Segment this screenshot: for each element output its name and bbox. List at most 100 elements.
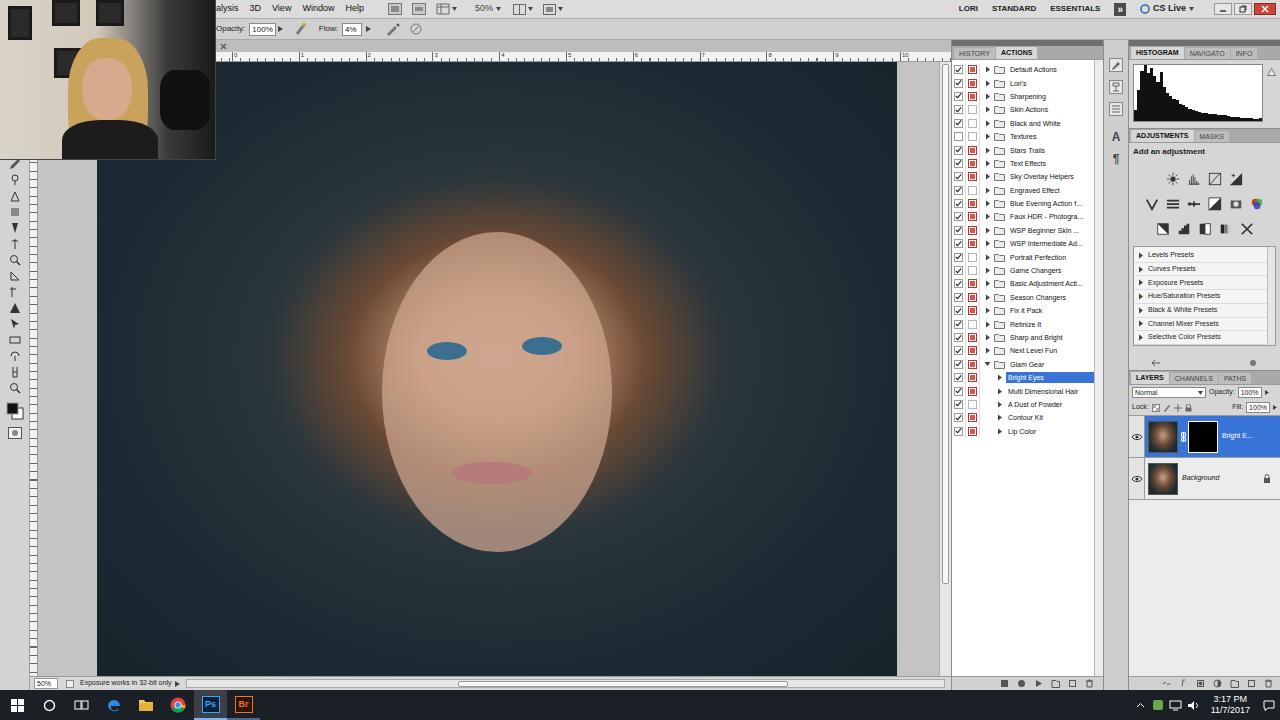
workspace-button[interactable]: STANDARD — [992, 3, 1036, 15]
expand-triangle-icon[interactable] — [983, 226, 992, 235]
color-swatches-icon[interactable] — [4, 400, 26, 422]
expand-triangle-icon[interactable] — [995, 413, 1004, 422]
taskbar-app[interactable]: Br — [227, 690, 260, 720]
tool-icon[interactable] — [4, 316, 26, 331]
action-label[interactable]: Lori's — [1008, 78, 1094, 89]
return-icon[interactable] — [1151, 359, 1161, 367]
arrange-icon[interactable] — [513, 4, 533, 15]
panel-tab[interactable]: INFO — [1231, 48, 1258, 59]
curves-adjustment-icon[interactable] — [1208, 171, 1223, 186]
horizontal-scrollbar[interactable] — [186, 679, 945, 688]
preset-row[interactable]: Levels Presets — [1134, 249, 1267, 263]
clone-source-icon[interactable] — [1109, 80, 1123, 94]
dialog-toggle[interactable] — [968, 226, 977, 235]
layer-row[interactable]: Bright E... — [1129, 416, 1280, 458]
action-set-row[interactable]: Lori's — [952, 76, 1094, 89]
visibility-eye-icon[interactable] — [1131, 433, 1143, 441]
enable-checkbox[interactable] — [954, 360, 963, 369]
action-label[interactable]: Multi Dimensional Hair — [1006, 386, 1094, 397]
action-label[interactable]: Text Effects — [1008, 158, 1094, 169]
cs-live-button[interactable]: CS Live — [1140, 2, 1194, 16]
extras-icon[interactable] — [436, 3, 457, 15]
enable-checkbox[interactable] — [954, 65, 963, 74]
action-label[interactable]: Basic Adjustment Acti... — [1008, 278, 1094, 289]
more-workspaces-button[interactable]: » — [1114, 3, 1126, 16]
file-explorer-icon[interactable] — [130, 690, 162, 720]
quick-mask-icon[interactable] — [4, 425, 26, 440]
action-tool-icon[interactable] — [1050, 678, 1061, 689]
action-tool-icon[interactable] — [1084, 678, 1095, 689]
clock-date[interactable]: 11/7/2017 — [1211, 705, 1250, 716]
action-set-row[interactable]: WSP Intermediate Ad... — [952, 237, 1094, 250]
lock-position-icon[interactable] — [1174, 404, 1182, 412]
panel-tab[interactable]: HISTORY — [954, 48, 995, 59]
action-set-row[interactable]: Basic Adjustment Acti... — [952, 277, 1094, 290]
action-set-row[interactable]: Text Effects — [952, 157, 1094, 170]
dialog-toggle[interactable] — [968, 92, 977, 101]
mini-bridge-icon[interactable] — [412, 3, 426, 15]
expand-triangle-icon[interactable] — [995, 400, 1004, 409]
opacity-field[interactable]: 100% — [249, 23, 275, 36]
volume-icon[interactable] — [1185, 700, 1203, 711]
levels-adjustment-icon[interactable] — [1187, 171, 1202, 186]
exposure-adjustment-icon[interactable] — [1229, 171, 1244, 186]
action-set-row[interactable]: Game Changers — [952, 264, 1094, 277]
action-label[interactable]: Sharpening — [1008, 91, 1094, 102]
lock-pixels-icon[interactable] — [1163, 404, 1171, 412]
layer-tool-icon[interactable] — [1161, 678, 1172, 689]
enable-checkbox[interactable] — [954, 92, 963, 101]
dialog-toggle[interactable] — [968, 413, 977, 422]
warning-icon[interactable] — [1267, 68, 1276, 76]
workspace-button[interactable]: LORI — [959, 3, 978, 15]
enable-checkbox[interactable] — [954, 413, 963, 422]
menu-item[interactable]: Help — [345, 2, 364, 16]
enable-checkbox[interactable] — [954, 333, 963, 342]
preset-label[interactable]: Curves Presets — [1148, 264, 1196, 275]
tray-app-icon[interactable] — [1149, 699, 1167, 711]
cs-live-label[interactable]: CS Live — [1153, 2, 1186, 16]
menu-item[interactable]: Window — [302, 2, 334, 16]
action-label[interactable]: Textures — [1008, 131, 1094, 142]
layer-tool-icon[interactable] — [1212, 678, 1223, 689]
clock-time[interactable]: 3:17 PM — [1214, 694, 1248, 705]
fill-field[interactable]: 100% — [1246, 402, 1270, 413]
action-set-row[interactable]: Default Actions — [952, 63, 1094, 76]
enable-checkbox[interactable] — [954, 427, 963, 436]
tool-icon[interactable] — [4, 284, 26, 299]
enable-checkbox[interactable] — [954, 212, 963, 221]
app-logo[interactable]: Br — [235, 696, 253, 713]
restore-button[interactable] — [1234, 3, 1252, 15]
enable-checkbox[interactable] — [954, 199, 963, 208]
lock-all-icon[interactable] — [1185, 404, 1192, 412]
minimize-button[interactable] — [1214, 3, 1232, 15]
posterize-adjustment-icon[interactable] — [1176, 221, 1191, 236]
taskbar-app[interactable]: Ps — [194, 690, 227, 720]
dialog-toggle[interactable] — [968, 279, 977, 288]
action-label[interactable]: Bright Eyes — [1006, 372, 1094, 383]
threshold-adjustment-icon[interactable] — [1197, 221, 1212, 236]
action-set-row[interactable]: Stars Trails — [952, 143, 1094, 156]
expand-triangle-icon[interactable] — [995, 373, 1004, 382]
preset-row[interactable]: Hue/Saturation Presets — [1134, 290, 1267, 304]
chrome-icon[interactable] — [162, 690, 194, 720]
expand-triangle-icon[interactable] — [983, 92, 992, 101]
enable-checkbox[interactable] — [954, 306, 963, 315]
pressure-size-icon[interactable] — [409, 22, 423, 36]
tool-icon[interactable] — [4, 172, 26, 187]
dialog-toggle[interactable] — [968, 320, 977, 329]
expand-triangle-icon[interactable] — [983, 132, 992, 141]
action-label[interactable]: Fix it Pack — [1008, 305, 1094, 316]
enable-checkbox[interactable] — [954, 400, 963, 409]
sun-adjustment-icon[interactable] — [1166, 171, 1181, 186]
portrait-photo[interactable] — [97, 62, 897, 676]
start-button-icon[interactable] — [0, 690, 34, 720]
dialog-toggle[interactable] — [968, 360, 977, 369]
panel-tab[interactable]: HISTOGRAM — [1131, 47, 1184, 59]
expand-triangle-icon[interactable] — [983, 293, 992, 302]
enable-checkbox[interactable] — [954, 119, 963, 128]
expand-triangle-icon[interactable] — [983, 333, 992, 342]
dialog-toggle[interactable] — [968, 239, 977, 248]
dialog-toggle[interactable] — [968, 105, 977, 114]
preset-row[interactable]: Black & White Presets — [1134, 304, 1267, 318]
dialog-toggle[interactable] — [968, 333, 977, 342]
